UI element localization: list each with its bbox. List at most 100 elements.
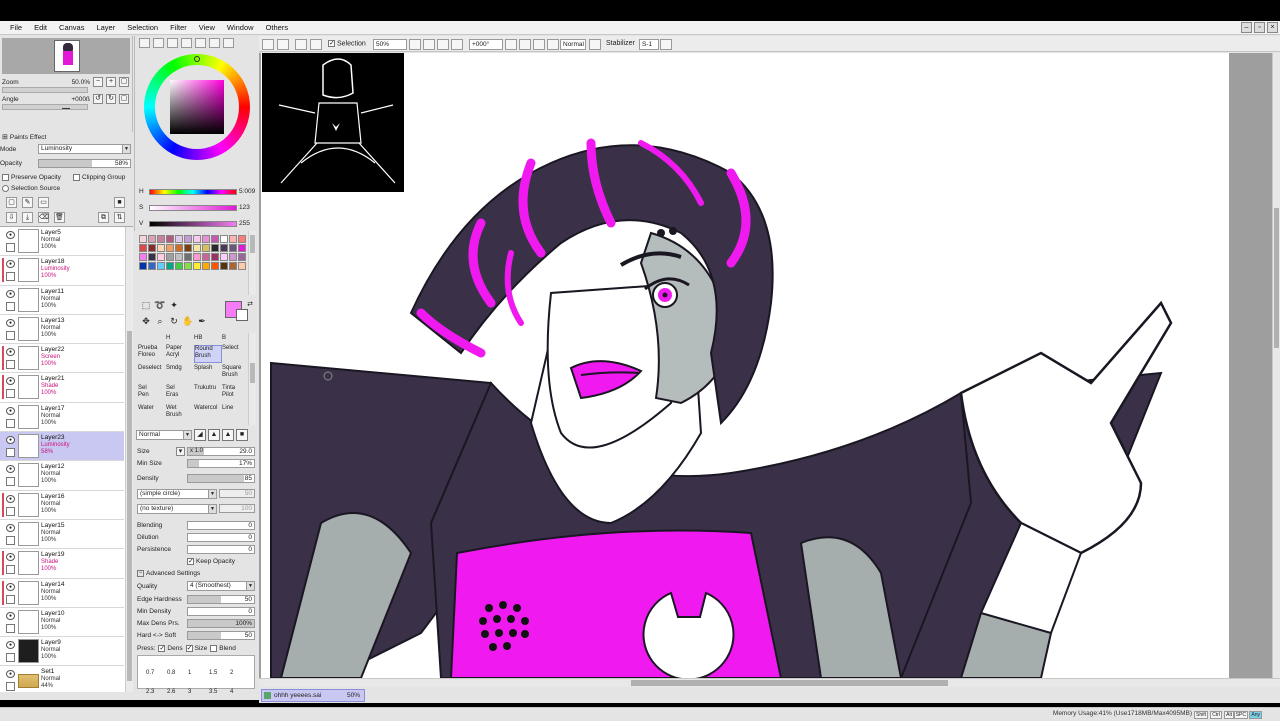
brush-tool[interactable]: Wet Brush xyxy=(166,405,194,423)
layer-menu-icon[interactable]: ■ xyxy=(114,197,125,208)
eye-icon[interactable]: ● xyxy=(6,260,15,269)
paints-effect-row[interactable]: ⊞ Paints Effect xyxy=(2,132,46,142)
hard-soft-slider[interactable]: 50 xyxy=(187,631,255,640)
brush-tool[interactable]: Watercol xyxy=(194,405,222,423)
color-swatch[interactable] xyxy=(166,253,174,261)
color-swatch[interactable] xyxy=(238,235,246,243)
brush-scroll-thumb[interactable] xyxy=(250,363,255,383)
magic-wand-icon[interactable]: ✦ xyxy=(168,299,180,311)
persistence-slider[interactable]: 0 xyxy=(187,545,255,554)
lock-checkbox[interactable] xyxy=(6,448,15,458)
color-swatch[interactable] xyxy=(211,235,219,243)
brush-tool[interactable]: Deselect xyxy=(138,365,166,383)
hsv-mode-icon[interactable] xyxy=(167,38,178,48)
lock-checkbox[interactable] xyxy=(6,389,15,399)
layer-row[interactable]: ● Layer23 Luminosity 58% xyxy=(0,432,124,462)
layer-row[interactable]: ● Layer15 Normal 100% xyxy=(0,519,124,550)
menu-selection[interactable]: Selection xyxy=(121,23,164,32)
toolbar-zoom-select[interactable]: 50% xyxy=(373,39,407,50)
color-swatch[interactable] xyxy=(184,244,192,252)
rotate-cw-icon[interactable] xyxy=(519,39,531,50)
move-layer-icon[interactable]: ⇅ xyxy=(114,212,125,223)
size-slider[interactable]: x 1.0 29.0 xyxy=(187,447,255,456)
color-swatch[interactable] xyxy=(148,253,156,261)
color-swatch[interactable] xyxy=(184,262,192,270)
blending-slider[interactable]: 0 xyxy=(187,521,255,530)
lock-checkbox[interactable] xyxy=(6,565,15,575)
brush-tool[interactable]: Sel Pen xyxy=(138,385,166,403)
eye-icon[interactable]: ● xyxy=(6,611,15,620)
canvas-horizontal-scrollbar[interactable] xyxy=(259,678,1280,687)
color-swatch[interactable] xyxy=(157,262,165,270)
layer-row[interactable]: ● Layer11 Normal 100% xyxy=(0,285,124,315)
invert-selection-icon[interactable] xyxy=(310,39,322,50)
brush-edge-2-icon[interactable]: ▲ xyxy=(222,429,234,441)
canvas-vertical-scrollbar[interactable] xyxy=(1272,53,1280,678)
color-swatch[interactable] xyxy=(166,235,174,243)
rotate-right-button[interactable]: ↻ xyxy=(106,94,116,104)
size-preset[interactable]: 2.3 xyxy=(146,689,154,695)
lock-checkbox[interactable] xyxy=(6,477,15,487)
size-menu-icon[interactable]: ▾ xyxy=(176,447,185,456)
swatches-mode-icon[interactable] xyxy=(209,38,220,48)
blend-mode-select[interactable]: Luminosity ▼ xyxy=(38,144,131,154)
brush-tool[interactable]: Select xyxy=(222,345,250,363)
lasso-icon[interactable]: ➰ xyxy=(154,299,166,311)
eye-icon[interactable]: ● xyxy=(6,436,15,445)
layer-row[interactable]: ● Layer10 Normal 100% xyxy=(0,607,124,638)
brush-preset-top[interactable]: B xyxy=(222,335,250,344)
brush-preset-top[interactable] xyxy=(138,335,166,344)
selection-source-row[interactable]: Selection Source xyxy=(2,183,60,193)
color-swatch[interactable] xyxy=(175,262,183,270)
size-preset[interactable]: 1 xyxy=(188,670,191,676)
eye-icon[interactable]: ● xyxy=(6,553,15,562)
rgb-mode-icon[interactable] xyxy=(153,38,164,48)
menu-edit[interactable]: Edit xyxy=(28,23,53,32)
clear-layer-icon[interactable]: ⌫ xyxy=(38,212,49,223)
hue-cursor[interactable] xyxy=(194,56,200,62)
size-preset[interactable]: 0.8 xyxy=(167,670,175,676)
lock-checkbox[interactable] xyxy=(6,623,15,633)
brush-tool[interactable]: Trukutru xyxy=(194,385,222,403)
color-swatch[interactable] xyxy=(139,262,147,270)
brush-blend-mode-select[interactable]: Normal ▼ xyxy=(136,430,192,440)
shape-strength-slider[interactable]: 50 xyxy=(219,489,255,498)
size-preset[interactable]: 3.5 xyxy=(209,689,217,695)
brush-shape-select[interactable]: (simple circle) ▼ xyxy=(137,489,217,499)
lock-checkbox[interactable] xyxy=(6,594,15,604)
color-swatch[interactable] xyxy=(220,262,228,270)
color-swatch[interactable] xyxy=(202,253,210,261)
brush-tool[interactable]: Tinta Pilot xyxy=(222,385,250,403)
color-swatch[interactable] xyxy=(184,253,192,261)
stabilizer-select[interactable]: S-1 xyxy=(639,39,659,50)
eye-icon[interactable]: ● xyxy=(6,670,15,679)
lock-checkbox[interactable] xyxy=(6,653,15,663)
mode-toggle-icon[interactable] xyxy=(589,39,601,50)
eye-icon[interactable]: ● xyxy=(6,465,15,474)
navigator-thumbnail[interactable] xyxy=(2,38,130,74)
mixer-mode-icon[interactable] xyxy=(195,38,206,48)
zoom-actual-icon[interactable] xyxy=(451,39,463,50)
layer-row[interactable]: ● Layer13 Normal 100% xyxy=(0,314,124,345)
layer-row[interactable]: ● Layer19 Shade 100% xyxy=(0,549,124,579)
advanced-settings-row[interactable]: − Advanced Settings xyxy=(137,568,200,578)
quality-select[interactable]: 4 (Smoothest) ▼ xyxy=(187,581,255,591)
color-swatch[interactable] xyxy=(148,262,156,270)
color-swatch[interactable] xyxy=(175,253,183,261)
layer-row[interactable]: ● Layer9 Normal 100% xyxy=(0,637,124,667)
value-slider[interactable] xyxy=(149,221,237,227)
undo-icon[interactable] xyxy=(262,39,274,50)
lock-checkbox[interactable] xyxy=(6,272,15,282)
flip-horizontal-icon[interactable] xyxy=(547,39,559,50)
toolbar-angle-select[interactable]: +000° xyxy=(469,39,503,50)
lock-checkbox[interactable] xyxy=(6,682,15,692)
zoom-slider[interactable] xyxy=(2,87,88,93)
opacity-slider[interactable]: 58% xyxy=(38,159,131,168)
lock-checkbox[interactable] xyxy=(6,360,15,370)
move-icon[interactable]: ✥ xyxy=(140,315,152,327)
hue-slider[interactable] xyxy=(149,189,237,195)
eye-icon[interactable]: ● xyxy=(6,289,15,298)
color-swatch[interactable] xyxy=(148,244,156,252)
color-swatch[interactable] xyxy=(238,253,246,261)
color-swatch[interactable] xyxy=(139,244,147,252)
